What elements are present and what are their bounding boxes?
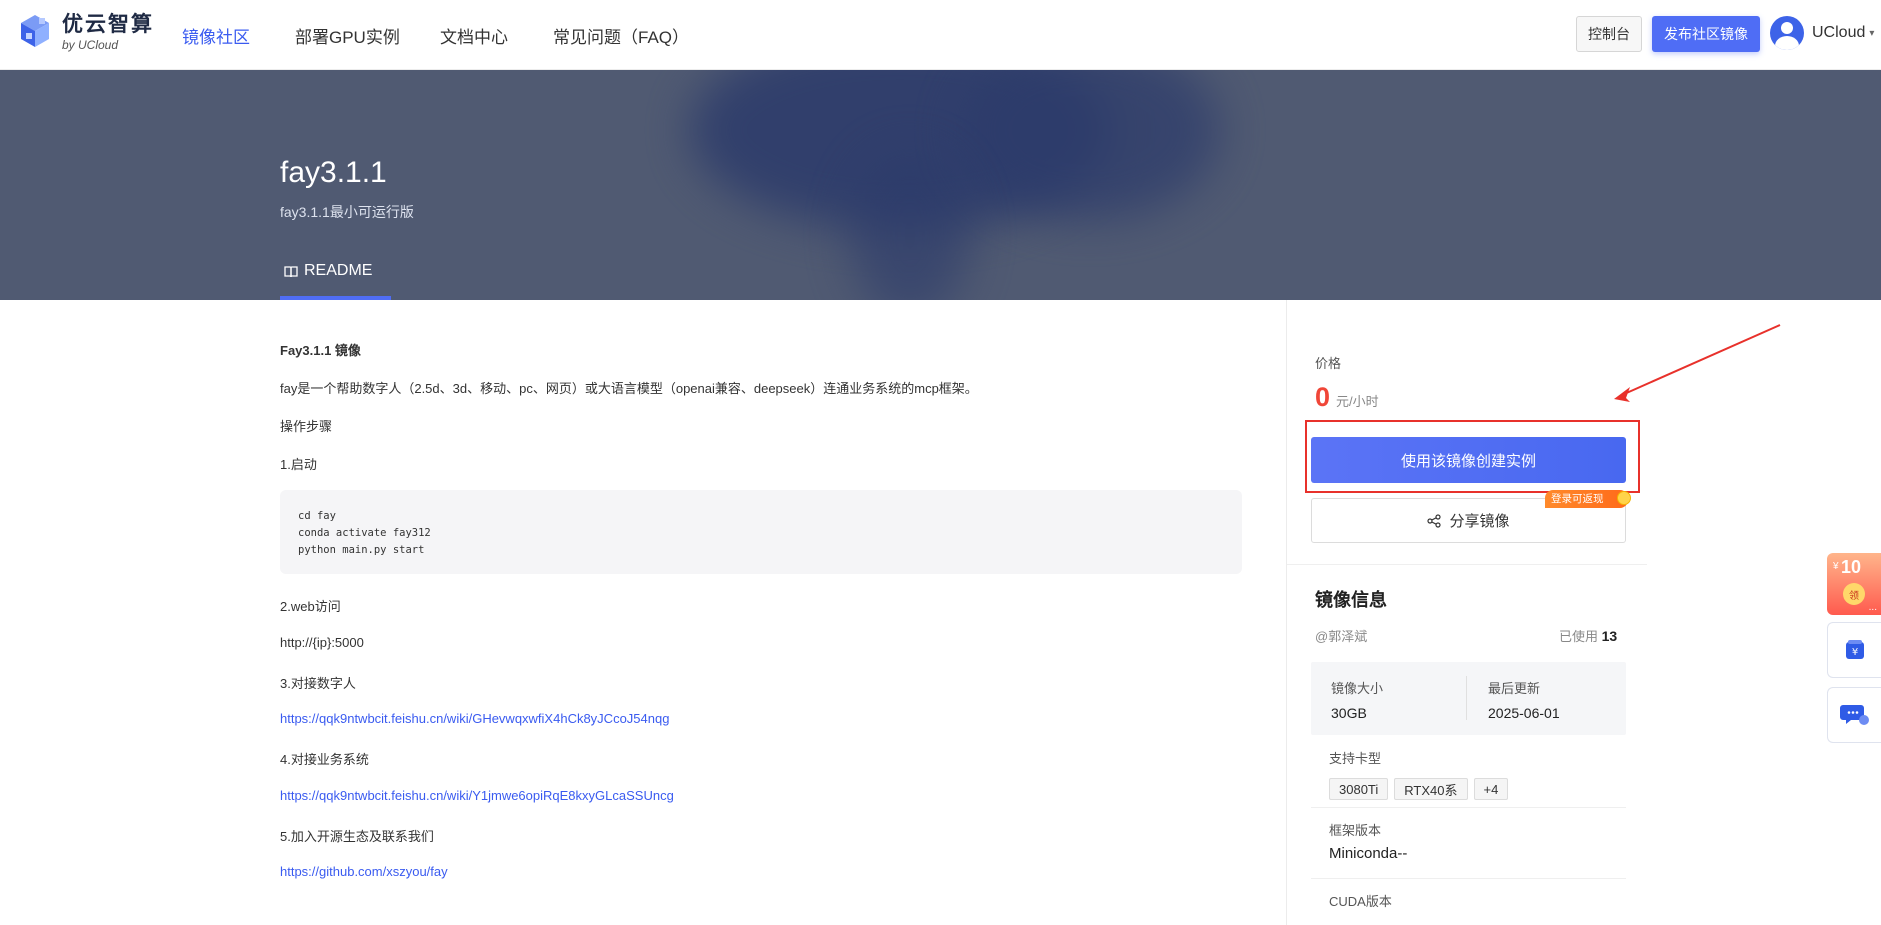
wallet-icon: ¥ xyxy=(1845,640,1864,659)
create-instance-button[interactable]: 使用该镜像创建实例 xyxy=(1311,437,1626,483)
console-button[interactable]: 控制台 xyxy=(1576,16,1642,52)
readme-step3: 3.对接数字人 xyxy=(280,676,356,691)
coin-icon xyxy=(1617,491,1631,505)
page: 优云智算 by UCloud 镜像社区 部署GPU实例 文档中心 常见问题（FA… xyxy=(0,0,1881,925)
card-chip: RTX40系 xyxy=(1394,778,1468,800)
cards-label: 支持卡型 xyxy=(1329,751,1382,766)
readme-intro: fay是一个帮助数字人（2.5d、3d、移动、pc、网页）或大语言模型（open… xyxy=(280,381,978,396)
logo-cube-icon xyxy=(21,15,49,47)
wallet-button[interactable]: ¥ xyxy=(1827,622,1881,678)
code-block: cd fay conda activate fay312 python main… xyxy=(280,490,1242,574)
page-title: fay3.1.1 xyxy=(280,156,387,189)
hero-banner: fay3.1.1 fay3.1.1最小可运行版 README xyxy=(0,70,1881,300)
card-chip: 3080Ti xyxy=(1329,778,1389,800)
gift-amount: 10 xyxy=(1841,557,1862,577)
info-title: 镜像信息 xyxy=(1315,590,1387,610)
cuda-label: CUDA版本 xyxy=(1329,894,1392,909)
top-nav: 优云智算 by UCloud 镜像社区 部署GPU实例 文档中心 常见问题（FA… xyxy=(0,0,1881,70)
author[interactable]: @郭泽斌 xyxy=(1315,626,1367,645)
readme-step2: 2.web访问 xyxy=(280,599,341,614)
code-line: conda activate fay312 xyxy=(298,527,431,539)
readme-link-github[interactable]: https://github.com/xszyou/fay xyxy=(280,864,448,879)
chat-icon xyxy=(1839,705,1869,725)
avatar xyxy=(1770,16,1804,50)
readme-heading: Fay3.1.1 镜像 xyxy=(280,343,361,358)
chat-support-button[interactable] xyxy=(1827,687,1881,743)
annotation-arrow xyxy=(1614,324,1781,402)
tab-readme-label: README xyxy=(304,262,373,279)
usage-count: 已使用 13 xyxy=(1559,628,1618,644)
stat-updated: 最后更新 2025-06-01 xyxy=(1488,681,1560,721)
gift-currency: ¥ xyxy=(1833,561,1839,572)
readme-steps-title: 操作步骤 xyxy=(280,419,333,434)
user-menu[interactable]: UCloud ▾ xyxy=(1770,16,1874,50)
page-subtitle: fay3.1.1最小可运行版 xyxy=(280,204,414,220)
readme-link-digital-human[interactable]: https://qqk9ntwbcit.feishu.cn/wiki/GHevw… xyxy=(280,711,669,726)
readme-web-url: http://{ip}:5000 xyxy=(280,635,364,650)
user-name: UCloud xyxy=(1812,24,1866,41)
tab-readme[interactable]: README xyxy=(280,262,391,300)
nav-faq[interactable]: 常见问题（FAQ） xyxy=(553,23,689,48)
price-label: 价格 xyxy=(1315,356,1342,371)
framework-label: 框架版本 xyxy=(1329,823,1382,838)
stats-box: 镜像大小 30GB 最后更新 2025-06-01 xyxy=(1311,662,1626,735)
logo-sub-text: by UCloud xyxy=(62,37,119,52)
price-value: 0 xyxy=(1315,382,1331,412)
logo-main-text: 优云智算 xyxy=(62,12,154,36)
chevron-down-icon: ▾ xyxy=(1869,27,1875,39)
card-chip-more[interactable]: +4 xyxy=(1473,778,1509,800)
svg-text:¥: ¥ xyxy=(1851,647,1857,658)
stat-size: 镜像大小 30GB xyxy=(1331,681,1384,721)
nav-mirror-community[interactable]: 镜像社区 xyxy=(182,23,250,48)
price: 0 元/小时 xyxy=(1315,382,1379,413)
nav-docs[interactable]: 文档中心 xyxy=(440,23,508,48)
card-chips: 3080Ti RTX40系 +4 xyxy=(1329,778,1509,800)
mirror-side-panel: 价格 0 元/小时 使用该镜像创建实例 分享镜像 登录可返现 镜像信息 @郭泽斌… xyxy=(1287,300,1647,925)
publish-mirror-button[interactable]: 发布社区镜像 xyxy=(1652,16,1760,52)
readme-step5: 5.加入开源生态及联系我们 xyxy=(280,829,434,844)
readme-link-business[interactable]: https://qqk9ntwbcit.feishu.cn/wiki/Y1jmw… xyxy=(280,788,674,803)
gift-seal: 领 xyxy=(1843,583,1865,605)
gift-dots: ... xyxy=(1868,602,1877,613)
logo[interactable]: 优云智算 by UCloud xyxy=(18,13,154,51)
nav-deploy-gpu[interactable]: 部署GPU实例 xyxy=(295,23,400,48)
code-line: python main.py start xyxy=(298,544,425,556)
readme-step1: 1.启动 xyxy=(280,457,317,472)
book-icon xyxy=(284,266,298,278)
price-unit: 元/小时 xyxy=(1336,394,1379,409)
share-label: 分享镜像 xyxy=(1449,513,1510,530)
readme-step4: 4.对接业务系统 xyxy=(280,752,369,767)
share-icon xyxy=(1427,513,1442,528)
code-line: cd fay xyxy=(298,510,336,522)
framework-value: Miniconda-- xyxy=(1329,845,1408,862)
coupon-widget[interactable]: ¥ 10 领 ... xyxy=(1827,553,1881,615)
login-cashback-badge: 登录可返现 xyxy=(1545,490,1628,508)
